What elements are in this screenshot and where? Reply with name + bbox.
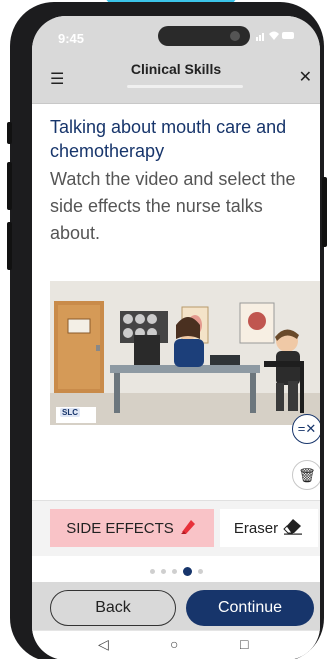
footer-actions: Back Continue bbox=[32, 582, 320, 630]
phone-frame: 9:45 ☰ Clinical Skills ✕ Talking about m… bbox=[7, 2, 327, 659]
trash-icon[interactable]: 🗑 bbox=[292, 460, 320, 490]
tag-toolbar: SIDE EFFECTS Eraser bbox=[32, 500, 320, 556]
dynamic-island bbox=[158, 26, 250, 46]
page-dot-active[interactable] bbox=[182, 567, 192, 576]
progress-underline bbox=[127, 85, 243, 88]
volume-down-button bbox=[7, 222, 12, 270]
video-logo: SLC bbox=[60, 408, 80, 417]
instructions-text: Watch the video and select the side effe… bbox=[50, 169, 296, 243]
highlighter-icon bbox=[178, 516, 198, 540]
clear-format-icon[interactable]: =✕ bbox=[292, 414, 320, 444]
side-effects-tag-button[interactable]: SIDE EFFECTS bbox=[50, 509, 214, 547]
nav-back-icon[interactable]: ◁ bbox=[98, 636, 109, 653]
screen: 9:45 ☰ Clinical Skills ✕ Talking about m… bbox=[32, 16, 320, 659]
status-time: 9:45 bbox=[58, 31, 85, 46]
camera-icon bbox=[230, 31, 240, 41]
video-player[interactable]: SLC bbox=[50, 281, 320, 425]
pagination-dots bbox=[32, 567, 320, 576]
eraser-icon bbox=[282, 517, 304, 539]
page-dot[interactable] bbox=[149, 569, 155, 574]
eraser-button[interactable]: Eraser bbox=[220, 509, 318, 547]
nav-recents-icon[interactable]: □ bbox=[240, 636, 248, 652]
close-icon[interactable]: ✕ bbox=[299, 67, 312, 87]
lesson-content: Talking about mouth care and chemotherap… bbox=[32, 104, 320, 247]
page-dot[interactable] bbox=[171, 569, 177, 574]
system-status-icons bbox=[256, 30, 296, 44]
nav-home-icon[interactable]: ○ bbox=[170, 636, 178, 652]
eraser-label: Eraser bbox=[233, 519, 279, 537]
back-button[interactable]: Back bbox=[50, 590, 176, 626]
status-bar: 9:45 bbox=[32, 16, 320, 54]
app-header: ☰ Clinical Skills ✕ bbox=[32, 54, 320, 104]
mute-switch bbox=[7, 122, 12, 144]
lesson-title: Talking about mouth care and chemotherap… bbox=[50, 117, 287, 161]
page-dot[interactable] bbox=[160, 569, 166, 574]
android-nav-bar: ◁ ○ □ bbox=[32, 630, 320, 659]
power-button bbox=[322, 177, 327, 247]
continue-button[interactable]: Continue bbox=[186, 590, 314, 626]
page-title: Clinical Skills bbox=[130, 61, 222, 77]
side-effects-label: SIDE EFFECTS bbox=[66, 519, 174, 537]
page-dot[interactable] bbox=[197, 569, 203, 574]
volume-up-button bbox=[7, 162, 12, 210]
